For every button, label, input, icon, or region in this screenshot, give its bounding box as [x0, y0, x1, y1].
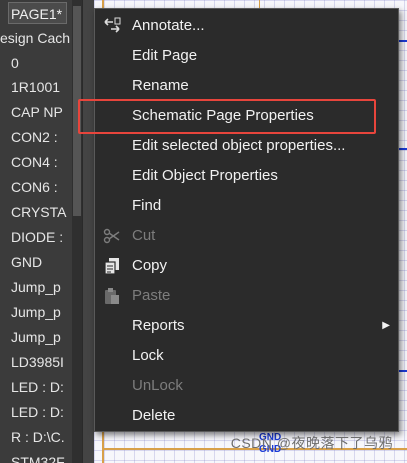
menu-label: Rename [132, 77, 189, 94]
tree-item[interactable]: 0 [11, 51, 19, 75]
annotate-icon [104, 17, 121, 33]
menu-label: UnLock [132, 377, 183, 394]
page-tab[interactable]: PAGE1* [8, 2, 68, 24]
menu-item-schematic-page-properties[interactable]: Schematic Page Properties [95, 101, 398, 131]
project-tree: PAGE1* esign Cach 0 1R1001 CAP NP CON2 :… [0, 0, 72, 463]
scrollbar-thumb[interactable] [73, 6, 81, 216]
copy-icon [104, 258, 119, 275]
menu-item-delete[interactable]: Delete [95, 401, 398, 431]
paste-icon [105, 288, 119, 304]
menu-label: Lock [132, 347, 164, 364]
tree-item[interactable]: LED : D: [11, 400, 64, 424]
menu-item-copy[interactable]: Copy [95, 251, 398, 281]
tree-item[interactable]: LD3985I [11, 350, 64, 374]
context-menu: Annotate... Edit Page Rename Schematic P… [94, 8, 399, 432]
submenu-arrow-icon: ▶ [382, 320, 390, 331]
menu-label: Paste [132, 287, 171, 304]
tree-item[interactable]: LED : D: [11, 375, 64, 399]
menu-label: Edit selected object properties... [132, 137, 346, 154]
watermark: CSDN @夜晚落下了乌鸦 [230, 435, 393, 451]
menu-item-annotate[interactable]: Annotate... [95, 11, 398, 41]
tree-item[interactable]: CON2 : [11, 125, 58, 149]
tree-item[interactable]: CAP NP [11, 100, 63, 124]
tree-item[interactable]: CON6 : [11, 175, 58, 199]
menu-label: Cut [132, 227, 156, 244]
page-border [259, 0, 260, 8]
tree-item[interactable]: Jump_p [11, 300, 61, 324]
menu-item-cut[interactable]: Cut [95, 221, 398, 251]
menu-label: Edit Object Properties [132, 167, 278, 184]
pane-splitter[interactable] [82, 0, 94, 463]
menu-item-find[interactable]: Find [95, 191, 398, 221]
tree-item[interactable]: DIODE : [11, 225, 63, 249]
tree-item[interactable]: GND [11, 250, 42, 274]
tree-item[interactable]: 1R1001 [11, 75, 60, 99]
menu-label: Annotate... [132, 17, 205, 34]
tree-item[interactable]: Jump_p [11, 275, 61, 299]
menu-label: Schematic Page Properties [132, 107, 314, 124]
menu-item-edit-selected-object-properties[interactable]: Edit selected object properties... [95, 131, 398, 161]
menu-label: Find [132, 197, 162, 214]
menu-item-paste[interactable]: Paste [95, 281, 398, 311]
menu-item-reports[interactable]: Reports ▶ [95, 311, 398, 341]
menu-item-edit-object-properties[interactable]: Edit Object Properties [95, 161, 398, 191]
tree-item[interactable]: CRYSTA [11, 200, 67, 224]
tree-item[interactable]: STM32F [11, 450, 65, 463]
scissors-icon [103, 228, 120, 244]
tree-item[interactable]: R : D:\C. [11, 425, 65, 449]
design-cache-header[interactable]: esign Cach [0, 26, 70, 50]
menu-label: Edit Page [132, 47, 198, 64]
menu-item-rename[interactable]: Rename [95, 71, 398, 101]
menu-label: Delete [132, 407, 176, 424]
menu-item-lock[interactable]: Lock [95, 341, 398, 371]
tree-item[interactable]: CON4 : [11, 150, 58, 174]
tree-scrollbar[interactable] [72, 0, 82, 463]
menu-label: Copy [132, 257, 168, 274]
menu-item-unlock[interactable]: UnLock [95, 371, 398, 401]
menu-label: Reports [132, 317, 185, 334]
menu-item-edit-page[interactable]: Edit Page [95, 41, 398, 71]
tree-item[interactable]: Jump_p [11, 325, 61, 349]
